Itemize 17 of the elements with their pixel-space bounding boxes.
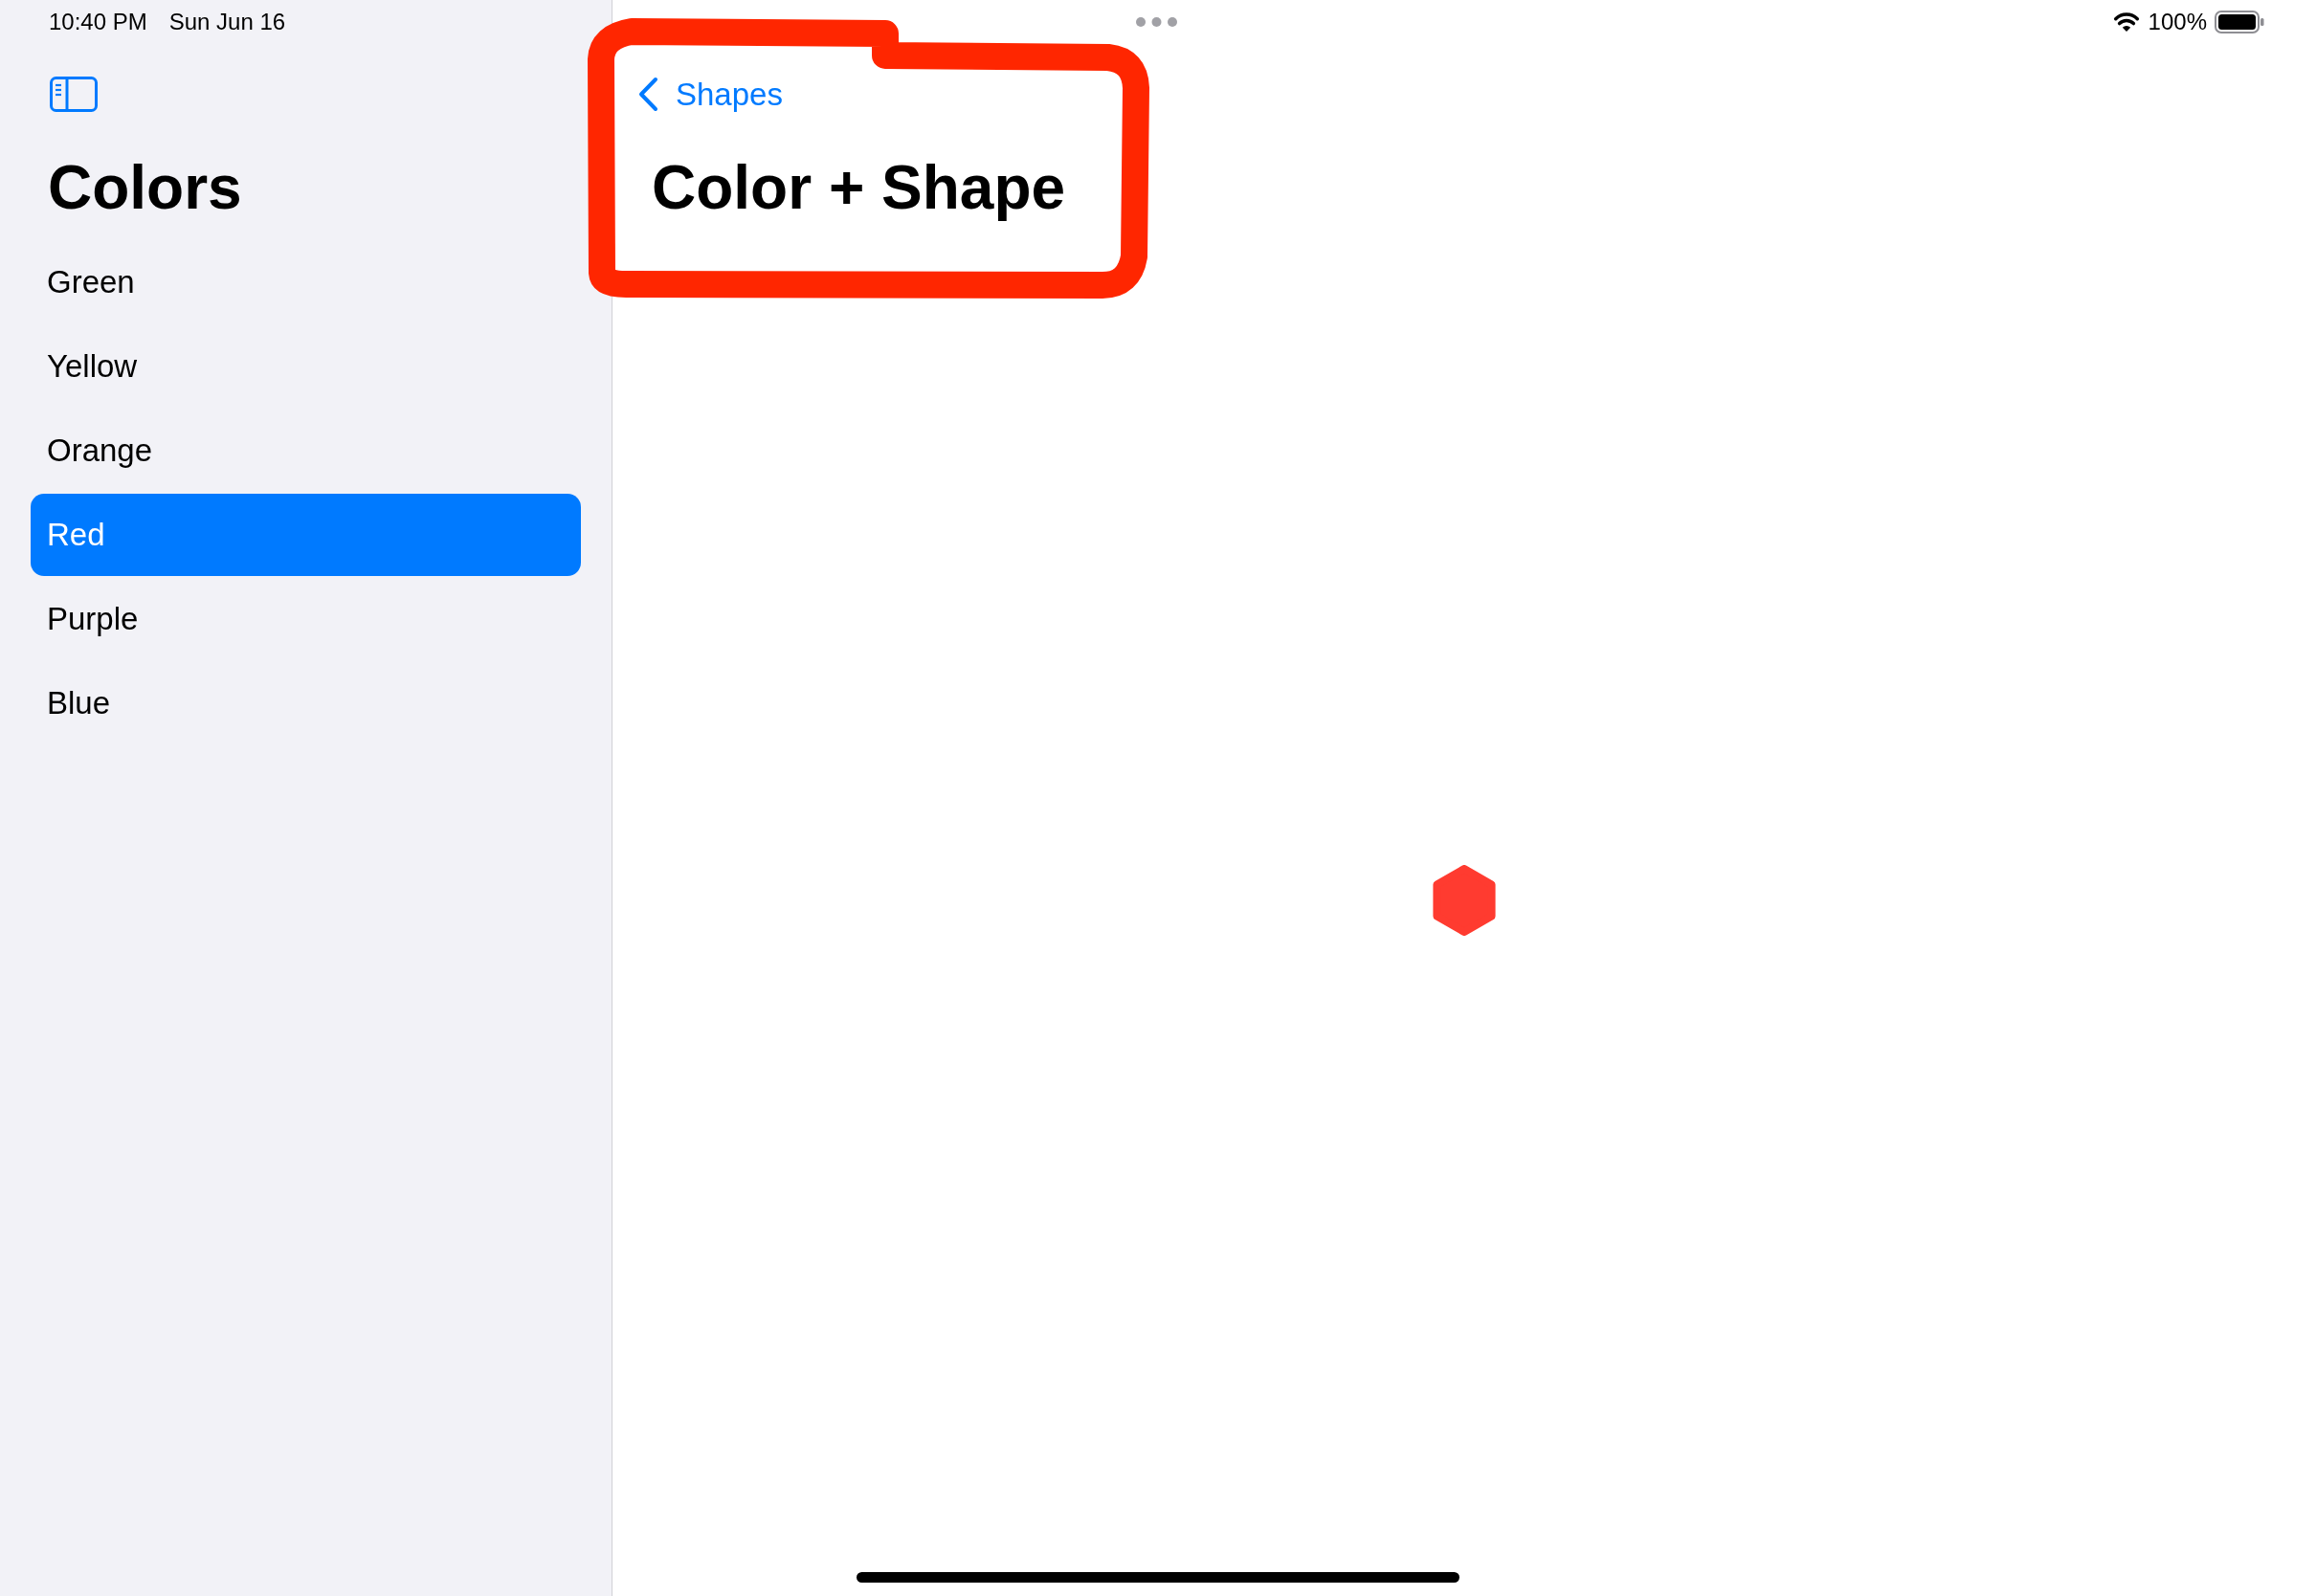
status-date: Sun Jun 16 [168, 9, 286, 35]
sidebar-item[interactable]: Orange [31, 410, 581, 492]
sidebar-item[interactable]: Yellow [31, 325, 581, 408]
sidebar-title: Colors [48, 152, 243, 224]
back-button[interactable]: Shapes [637, 77, 783, 112]
chevron-left-icon [637, 77, 659, 112]
sidebar-item[interactable]: Purple [31, 578, 581, 660]
sidebar-item[interactable]: Red [31, 494, 581, 576]
status-time: 10:40 PM [49, 9, 147, 35]
page-title: Color + Shape [652, 152, 1067, 224]
wifi-icon [2111, 11, 2141, 33]
battery-percentage: 100% [2148, 9, 2207, 35]
sidebar-item[interactable]: Green [31, 241, 581, 323]
sidebar-item[interactable]: Blue [31, 662, 581, 744]
battery-icon [2215, 11, 2264, 33]
more-dots-icon[interactable] [1136, 17, 1177, 27]
sidebar-icon[interactable] [50, 77, 98, 112]
